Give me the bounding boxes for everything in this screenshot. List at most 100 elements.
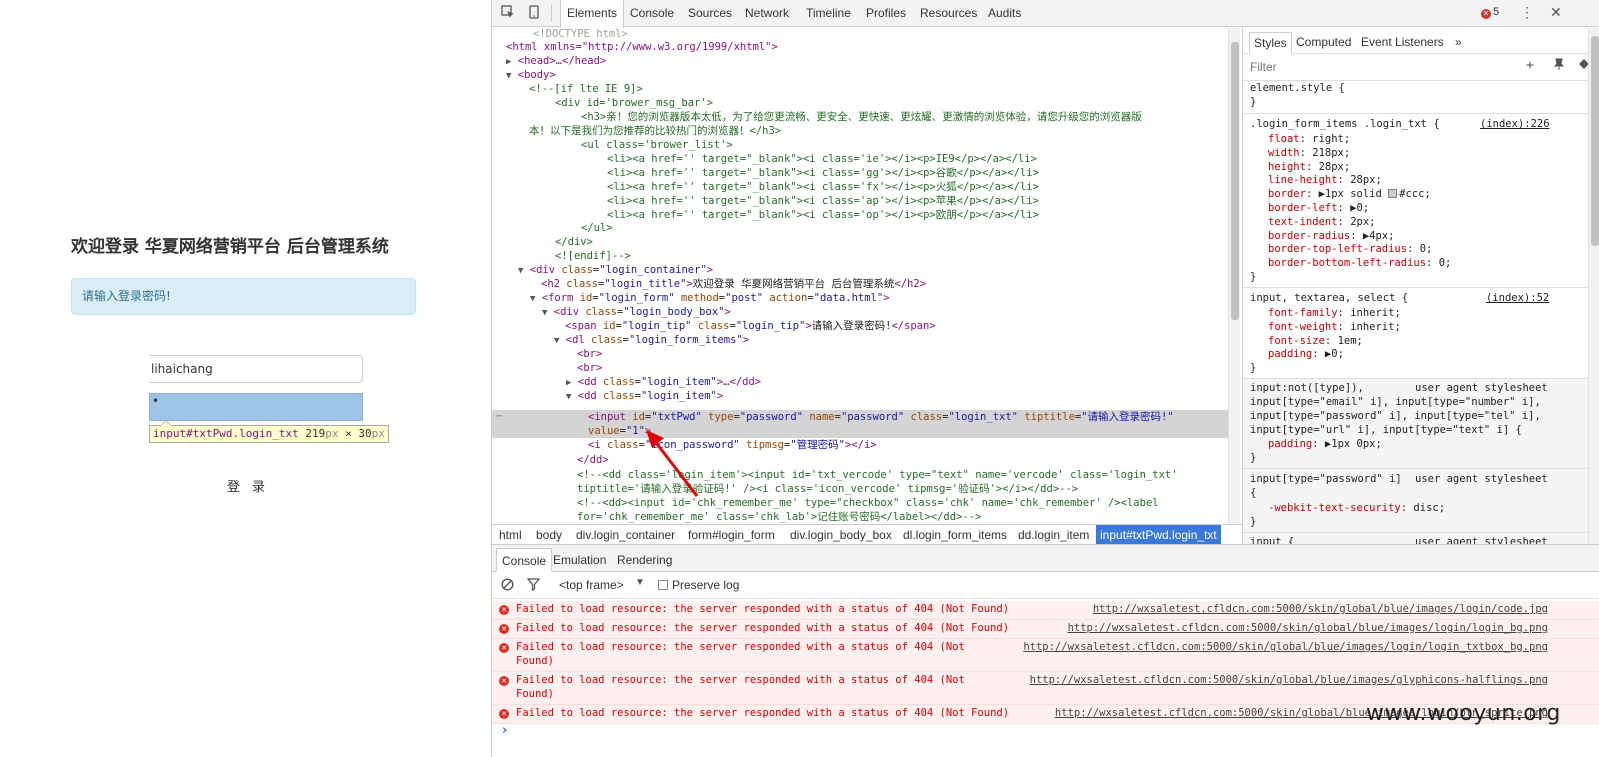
collapse-arrow-icon[interactable]: ▼ bbox=[566, 392, 571, 402]
html-node[interactable]: <html xmlns="http://www.w3.org/1999/xhtm… bbox=[506, 41, 778, 55]
crumb-login-body-box[interactable]: div.login_body_box bbox=[786, 525, 896, 545]
login-body-box-node[interactable]: ▼ <div class="login_body_box"> bbox=[542, 306, 731, 321]
chevron-more-icon[interactable]: » bbox=[1451, 32, 1466, 54]
css-property[interactable]: border: ▶1px solid #ccc; bbox=[1268, 188, 1431, 202]
tab-console[interactable]: Console bbox=[624, 0, 680, 27]
error-url-link[interactable]: http://wxsaletest.cfldcn.com:5000/skin/g… bbox=[1093, 603, 1548, 617]
filter-icon[interactable] bbox=[526, 578, 541, 594]
login-title-node[interactable]: <h2 class="login_title">欢迎登录 华夏网络营销平台 后台… bbox=[541, 278, 926, 292]
tab-sources[interactable]: Sources bbox=[682, 0, 738, 27]
css-property[interactable]: height: 28px; bbox=[1268, 161, 1350, 175]
css-property[interactable]: padding: ▶0; bbox=[1268, 348, 1344, 362]
drawer-tab-rendering[interactable]: Rendering bbox=[612, 548, 677, 572]
crumb-body[interactable]: body bbox=[532, 525, 566, 545]
css-property[interactable]: line-height: 28px; bbox=[1268, 174, 1382, 188]
br-node[interactable]: <br> bbox=[577, 348, 602, 362]
login-container-node[interactable]: ▼ <div class="login_container"> bbox=[518, 264, 713, 279]
tab-resources[interactable]: Resources bbox=[914, 0, 983, 27]
ellipsis-icon[interactable]: ⋯ bbox=[496, 410, 502, 424]
error-url-link[interactable]: http://wxsaletest.cfldcn.com:5000/skin/g… bbox=[1023, 641, 1548, 655]
expand-arrow-icon[interactable]: ▶ bbox=[506, 57, 511, 67]
login-tip-node[interactable]: <span id="login_tip" class="login_tip">请… bbox=[565, 320, 936, 334]
tab-network[interactable]: Network bbox=[739, 0, 795, 27]
collapse-arrow-icon[interactable]: ▼ bbox=[554, 336, 559, 346]
css-property[interactable]: font-weight: inherit; bbox=[1268, 321, 1401, 335]
css-property[interactable]: border-bottom-left-radius: 0; bbox=[1268, 257, 1451, 271]
css-property[interactable]: width: 218px; bbox=[1268, 147, 1350, 161]
tab-event-listeners[interactable]: Event Listeners bbox=[1357, 32, 1448, 54]
color-swatch-icon[interactable] bbox=[1388, 189, 1398, 199]
error-counter[interactable]: ✕ 5 bbox=[1481, 6, 1499, 19]
password-input-node[interactable]: <input id="txtPwd" type="password" name=… bbox=[588, 411, 1174, 425]
css-property[interactable]: font-family: inherit; bbox=[1268, 307, 1401, 321]
dd-close-node[interactable]: </dd> bbox=[577, 454, 609, 468]
crumb-login-item[interactable]: dd.login_item bbox=[1014, 525, 1093, 545]
username-input[interactable] bbox=[149, 355, 363, 383]
comment-line[interactable]: <!--[if lte IE 9]> bbox=[529, 83, 643, 97]
body-node[interactable]: ▼ <body> bbox=[506, 69, 556, 84]
add-rule-icon[interactable]: + bbox=[1526, 58, 1534, 73]
error-url-link[interactable]: http://wxsaletest.cfldcn.com:5000/skin/g… bbox=[1030, 674, 1548, 688]
doctype-node[interactable]: <!DOCTYPE html> bbox=[533, 28, 628, 42]
rule-source-link[interactable]: (index):52 bbox=[1486, 292, 1549, 306]
expand-arrow-icon[interactable]: ▶ bbox=[566, 378, 571, 388]
tab-audits[interactable]: Audits bbox=[982, 0, 1027, 27]
comment-line[interactable]: <!--<dd><input id='chk_remember_me' type… bbox=[577, 497, 1159, 511]
login-item-node[interactable]: ▶ <dd class="login_item">…</dd> bbox=[566, 376, 761, 391]
css-property[interactable]: border-left: ▶0; bbox=[1268, 202, 1369, 216]
error-url-link[interactable]: http://wxsaletest.cfldcn.com:5000/skin/g… bbox=[1068, 622, 1548, 636]
collapse-arrow-icon[interactable]: ▼ bbox=[506, 71, 511, 81]
login-button[interactable]: 登 录 bbox=[220, 476, 276, 495]
device-mode-icon[interactable] bbox=[526, 5, 542, 21]
css-property[interactable]: float: right; bbox=[1268, 133, 1350, 147]
ua-rule-selector[interactable]: input[type="password" i] bbox=[1250, 473, 1402, 487]
crumb-login-form[interactable]: form#login_form bbox=[684, 525, 779, 545]
ua-rule-selector[interactable]: input { bbox=[1250, 536, 1294, 544]
scrollbar-thumb[interactable] bbox=[1231, 42, 1239, 320]
login-form-items-node[interactable]: ▼ <dl class="login_form_items"> bbox=[554, 334, 749, 349]
ua-rule-selector[interactable]: input:not([type]), bbox=[1250, 382, 1364, 396]
preserve-log-checkbox[interactable]: Preserve log bbox=[658, 578, 739, 592]
css-property[interactable]: text-indent: 2px; bbox=[1268, 216, 1376, 230]
frame-select[interactable]: <top frame> bbox=[559, 578, 624, 592]
icon-password-node[interactable]: <i class="icon_password" tipmsg="管理密码"><… bbox=[588, 439, 877, 453]
close-icon[interactable]: ✕ bbox=[1550, 4, 1562, 21]
inspect-element-icon[interactable] bbox=[500, 5, 516, 21]
tab-profiles[interactable]: Profiles bbox=[860, 0, 912, 27]
head-node[interactable]: ▶ <head>…</head> bbox=[506, 55, 606, 70]
drawer-tab-emulation[interactable]: Emulation bbox=[548, 548, 611, 572]
css-property[interactable]: border-radius: ▶4px; bbox=[1268, 230, 1394, 244]
collapse-arrow-icon[interactable]: ▼ bbox=[530, 294, 535, 304]
drawer-tab-console[interactable]: Console bbox=[496, 548, 553, 572]
console-prompt-icon[interactable]: › bbox=[502, 723, 507, 738]
dropdown-arrow-icon[interactable]: ▼ bbox=[635, 577, 645, 588]
tab-styles[interactable]: Styles bbox=[1249, 32, 1292, 54]
login-item-node-open[interactable]: ▼ <dd class="login_item"> bbox=[566, 390, 723, 405]
login-form-node[interactable]: ▼ <form id="login_form" method="post" ac… bbox=[530, 292, 890, 307]
css-property[interactable]: border-top-left-radius: 0; bbox=[1268, 243, 1432, 257]
pin-icon[interactable] bbox=[1553, 58, 1565, 75]
collapse-arrow-icon[interactable]: ▼ bbox=[542, 308, 547, 318]
clear-console-icon[interactable] bbox=[501, 578, 514, 594]
tab-elements[interactable]: Elements bbox=[560, 0, 625, 28]
styles-filter-input[interactable] bbox=[1250, 60, 1450, 74]
checkbox-box[interactable] bbox=[658, 580, 668, 590]
rule-login-txt-selector[interactable]: .login_form_items .login_txt { bbox=[1250, 118, 1440, 132]
tab-computed[interactable]: Computed bbox=[1292, 32, 1355, 54]
css-property[interactable]: padding: ▶1px 0px; bbox=[1268, 438, 1382, 452]
css-property[interactable]: -webkit-text-security: disc; bbox=[1268, 502, 1445, 516]
br-node[interactable]: <br> bbox=[577, 362, 602, 376]
scrollbar-thumb[interactable] bbox=[1591, 36, 1599, 246]
crumb-txtpwd[interactable]: input#txtPwd.login_txt bbox=[1096, 525, 1221, 545]
collapse-arrow-icon[interactable]: ▼ bbox=[518, 266, 523, 276]
rule-input-selector[interactable]: input, textarea, select { bbox=[1250, 292, 1408, 306]
css-property[interactable]: font-size: 1em; bbox=[1268, 335, 1363, 349]
styles-scrollbar[interactable] bbox=[1588, 28, 1599, 544]
more-menu-icon[interactable]: ⋮ bbox=[1520, 4, 1534, 21]
crumb-login-form-items[interactable]: dl.login_form_items bbox=[899, 525, 1011, 545]
crumb-html[interactable]: html bbox=[495, 525, 526, 545]
rule-source-link[interactable]: (index):226 bbox=[1480, 118, 1550, 132]
tab-timeline[interactable]: Timeline bbox=[800, 0, 857, 27]
elements-scrollbar[interactable] bbox=[1228, 28, 1240, 524]
password-input[interactable]: • bbox=[149, 393, 363, 421]
